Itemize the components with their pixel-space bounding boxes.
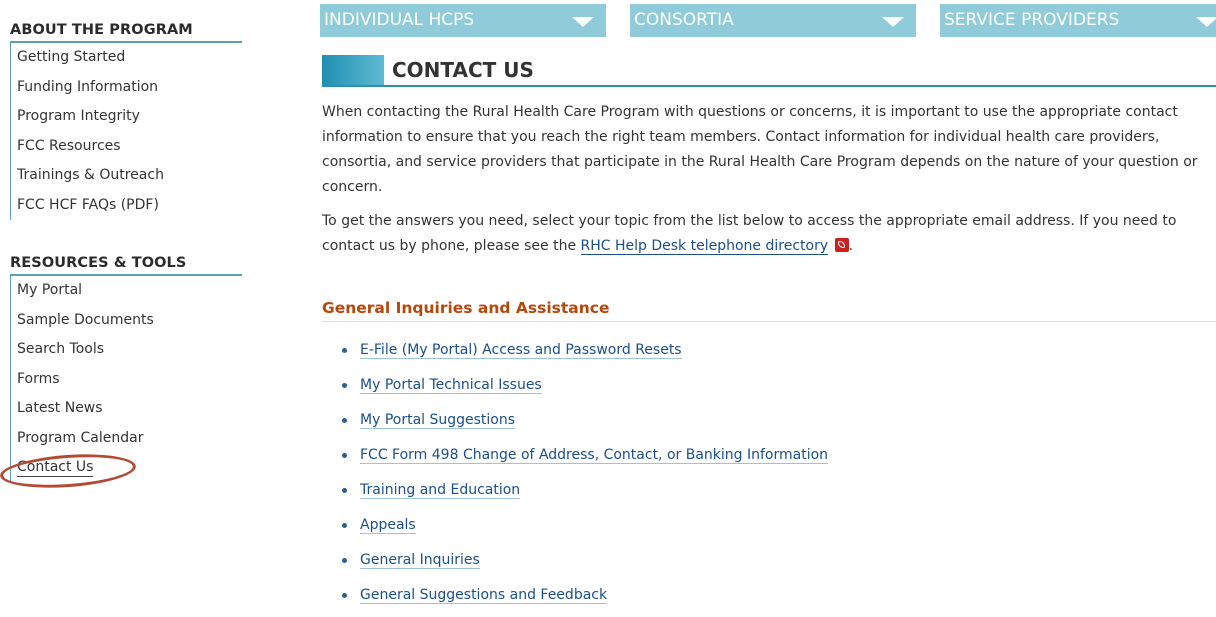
header-rule xyxy=(322,85,1216,87)
sidebar-item-program-calendar[interactable]: Program Calendar xyxy=(11,424,242,454)
list-item: My Portal Technical Issues xyxy=(340,372,828,407)
sidebar-item-getting-started[interactable]: Getting Started xyxy=(11,43,242,73)
portal-technical-issues-link[interactable]: My Portal Technical Issues xyxy=(360,377,542,394)
dropdown-triangle-icon xyxy=(572,17,594,27)
page-header: CONTACT US xyxy=(320,55,1216,87)
sidebar-item-fcc-hcf-faqs[interactable]: FCC HCF FAQs (PDF) xyxy=(11,191,242,221)
sidebar-item-latest-news[interactable]: Latest News xyxy=(11,394,242,424)
sidebar-item-contact-us[interactable]: Contact Us xyxy=(11,453,242,483)
sidebar-list-resources: My Portal Sample Documents Search Tools … xyxy=(10,276,242,483)
appeals-link[interactable]: Appeals xyxy=(360,517,416,534)
tab-label: CONSORTIA xyxy=(634,10,734,30)
sidebar-item-search-tools[interactable]: Search Tools xyxy=(11,335,242,365)
sidebar-item-fcc-resources[interactable]: FCC Resources xyxy=(11,132,242,162)
portal-suggestions-link[interactable]: My Portal Suggestions xyxy=(360,412,516,429)
sidebar-item-program-integrity[interactable]: Program Integrity xyxy=(11,102,242,132)
page-title: CONTACT US xyxy=(392,58,534,82)
top-navigation: INDIVIDUAL HCPS CONSORTIA SERVICE PROVID… xyxy=(320,4,1216,37)
tab-label: SERVICE PROVIDERS xyxy=(944,10,1120,30)
phone-paragraph: To get the answers you need, select your… xyxy=(322,213,1177,255)
intro-paragraph: When contacting the Rural Health Care Pr… xyxy=(322,104,1198,195)
sidebar-item-funding-information[interactable]: Funding Information xyxy=(11,73,242,103)
sidebar-item-trainings-outreach[interactable]: Trainings & Outreach xyxy=(11,161,242,191)
list-item: My Portal Suggestions xyxy=(340,407,828,442)
sidebar-item-my-portal[interactable]: My Portal xyxy=(11,276,242,306)
sidebar-section-resources: RESOURCES & TOOLS My Portal Sample Docum… xyxy=(10,255,242,483)
tab-individual-hcps[interactable]: INDIVIDUAL HCPS xyxy=(320,4,606,37)
content-intro: When contacting the Rural Health Care Pr… xyxy=(322,100,1216,259)
list-item: Appeals xyxy=(340,512,828,547)
general-inquiries-link[interactable]: General Inquiries xyxy=(360,552,480,569)
sidebar-section-about: ABOUT THE PROGRAM Getting Started Fundin… xyxy=(10,22,242,220)
efile-access-link[interactable]: E-File (My Portal) Access and Password R… xyxy=(360,342,682,359)
header-accent-block xyxy=(322,55,384,85)
sidebar-heading-about: ABOUT THE PROGRAM xyxy=(10,22,242,43)
pdf-icon[interactable] xyxy=(834,238,849,252)
form-498-change-link[interactable]: FCC Form 498 Change of Address, Contact,… xyxy=(360,447,829,464)
tab-service-providers[interactable]: SERVICE PROVIDERS xyxy=(940,4,1216,37)
sidebar-list-about: Getting Started Funding Information Prog… xyxy=(10,43,242,220)
dropdown-triangle-icon xyxy=(882,17,904,27)
list-item: General Inquiries xyxy=(340,547,828,582)
sidebar-item-sample-documents[interactable]: Sample Documents xyxy=(11,306,242,336)
list-item: E-File (My Portal) Access and Password R… xyxy=(340,337,828,372)
training-education-link[interactable]: Training and Education xyxy=(360,482,521,499)
list-item: Training and Education xyxy=(340,477,828,512)
general-inquiries-list: E-File (My Portal) Access and Password R… xyxy=(340,337,829,617)
sidebar-heading-resources: RESOURCES & TOOLS xyxy=(10,255,242,276)
dropdown-triangle-icon xyxy=(1196,17,1216,27)
general-suggestions-link[interactable]: General Suggestions and Feedback xyxy=(360,587,608,604)
tab-consortia[interactable]: CONSORTIA xyxy=(630,4,916,37)
list-item: FCC Form 498 Change of Address, Contact,… xyxy=(340,442,829,477)
rhc-help-desk-directory-link[interactable]: RHC Help Desk telephone directory xyxy=(580,238,829,255)
general-inquiries-heading: General Inquiries and Assistance xyxy=(322,299,1216,322)
tab-label: INDIVIDUAL HCPS xyxy=(324,10,475,30)
sidebar-item-forms[interactable]: Forms xyxy=(11,365,242,395)
